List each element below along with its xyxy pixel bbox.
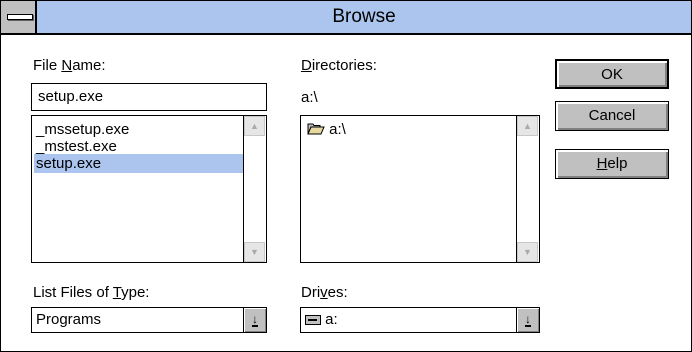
current-directory: a:\ bbox=[301, 89, 318, 106]
file-name-input[interactable]: setup.exe bbox=[31, 83, 267, 111]
file-type-value: Programs bbox=[36, 311, 102, 328]
scroll-down-icon[interactable]: ▼ bbox=[517, 242, 538, 262]
drive-value: a: bbox=[325, 311, 338, 328]
dropdown-arrow-icon[interactable]: ↓ bbox=[516, 308, 539, 332]
dropdown-arrow-icon[interactable]: ↓ bbox=[243, 308, 266, 332]
system-menu-icon[interactable] bbox=[1, 1, 37, 33]
window-title: Browse bbox=[332, 6, 396, 27]
directory-list-scrollbar[interactable]: ▲ ▼ bbox=[516, 116, 539, 262]
ok-button[interactable]: OK bbox=[555, 59, 669, 89]
cancel-button[interactable]: Cancel bbox=[555, 101, 669, 131]
file-type-label: List Files of Type: bbox=[33, 284, 150, 301]
directories-label: Directories: bbox=[301, 57, 377, 74]
list-item-selected[interactable]: setup.exe bbox=[34, 154, 246, 173]
scroll-down-icon[interactable]: ▼ bbox=[244, 242, 265, 262]
directory-item[interactable]: a:\ bbox=[303, 120, 517, 139]
file-list[interactable]: _mssetup.exe _mstest.exe setup.exe ▲ ▼ bbox=[31, 115, 267, 263]
browse-dialog: Browse File Name: setup.exe _mssetup.exe… bbox=[0, 0, 692, 352]
file-list-scrollbar[interactable]: ▲ ▼ bbox=[243, 116, 266, 262]
scroll-up-icon[interactable]: ▲ bbox=[517, 116, 538, 136]
open-folder-icon bbox=[307, 123, 325, 135]
help-button[interactable]: Help bbox=[555, 149, 669, 179]
drives-label: Drives: bbox=[301, 284, 348, 301]
drives-select[interactable]: a: ↓ bbox=[300, 307, 540, 333]
file-name-label: File Name: bbox=[33, 57, 106, 74]
directory-list[interactable]: a:\ ▲ ▼ bbox=[300, 115, 540, 263]
file-type-select[interactable]: Programs ↓ bbox=[31, 307, 267, 333]
floppy-drive-icon bbox=[305, 315, 321, 325]
scroll-up-icon[interactable]: ▲ bbox=[244, 116, 265, 136]
title-bar: Browse bbox=[1, 1, 691, 35]
